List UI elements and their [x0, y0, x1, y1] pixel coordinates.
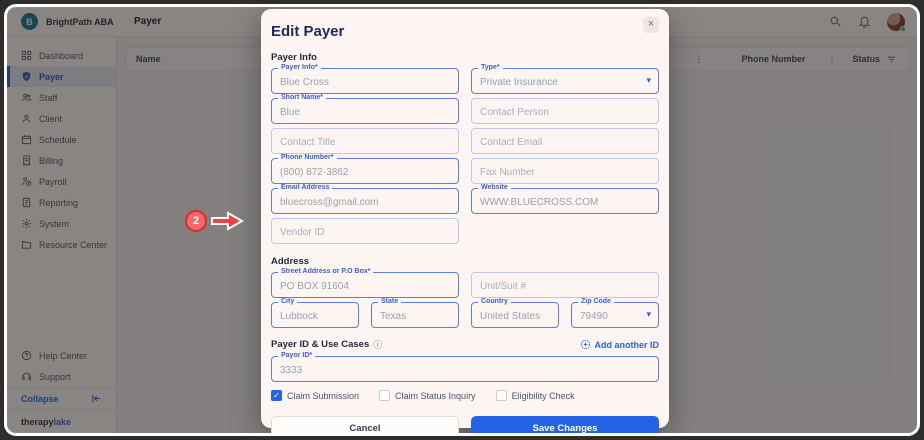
country-field: Country — [471, 298, 559, 328]
checkbox-unchecked-icon[interactable] — [379, 390, 391, 401]
contact-person-field — [471, 98, 659, 124]
app-window: B BrightPath ABA Payer Dashboard Payer S… — [4, 4, 920, 436]
field-label: Payor ID* — [278, 352, 316, 360]
payor-id-row: Payor ID* — [271, 352, 659, 382]
edit-payer-modal: × Edit Payer Payer Info Payer Info* Type… — [261, 9, 669, 433]
checkbox-checked-icon[interactable]: ✓ — [271, 390, 282, 401]
plus-circle-icon — [580, 339, 590, 350]
contact-person-input[interactable] — [471, 98, 659, 124]
contact-title-field — [271, 128, 459, 154]
zip-code-field: Zip Code ▾ — [571, 298, 659, 328]
save-changes-button[interactable]: Save Changes — [471, 416, 659, 433]
payor-id-input[interactable] — [271, 356, 659, 382]
close-icon[interactable]: × — [643, 17, 659, 33]
contact-email-field — [471, 128, 659, 154]
unit-input[interactable] — [471, 272, 659, 298]
annotation-step-2: 2 — [185, 210, 244, 232]
add-another-id-label: Add another ID — [594, 339, 660, 350]
field-label: Street Address or P.O Box* — [278, 268, 374, 276]
vendor-id-field — [271, 218, 459, 244]
payer-info-grid: Payer Info* Type* ▾ Short Name* — [271, 64, 659, 244]
unit-field — [471, 272, 659, 298]
field-label: Country — [478, 298, 511, 306]
field-label: Zip Code — [578, 298, 614, 306]
payer-id-title: Payer ID & Use Cases — [271, 339, 370, 350]
field-label: City — [278, 298, 298, 306]
website-field: Website — [471, 184, 659, 214]
grid-spacer — [471, 218, 659, 244]
payor-id-field: Payor ID* — [271, 352, 659, 382]
checkbox-claim-submission[interactable]: ✓ Claim Submission — [271, 390, 359, 401]
field-label: State — [378, 298, 402, 306]
checkbox-label: Claim Status Inquiry — [395, 390, 476, 401]
address-grid: Street Address or P.O Box* — [271, 268, 659, 298]
field-label: Short Name* — [278, 94, 327, 102]
use-case-checkboxes: ✓ Claim Submission Claim Status Inquiry … — [271, 390, 659, 401]
modal-actions: Cancel Save Changes — [271, 416, 659, 433]
city-field: City — [271, 298, 359, 328]
fax-number-input[interactable] — [471, 158, 659, 184]
checkbox-claim-status-inquiry[interactable]: Claim Status Inquiry — [379, 390, 476, 401]
section-label-address: Address — [271, 256, 310, 267]
state-field: State — [371, 298, 459, 328]
cancel-button[interactable]: Cancel — [271, 416, 459, 433]
payer-id-section-header: Payer ID & Use Cases ⓘ Add another ID — [271, 338, 659, 351]
checkbox-label: Eligibility Check — [511, 390, 575, 401]
modal-title: Edit Payer — [271, 23, 345, 40]
street-address-field: Street Address or P.O Box* — [271, 268, 459, 298]
annotation-number-badge: 2 — [185, 210, 207, 232]
checkbox-eligibility-check[interactable]: Eligibility Check — [495, 390, 575, 401]
info-icon[interactable]: ⓘ — [373, 338, 382, 351]
vendor-id-input[interactable] — [271, 218, 459, 244]
field-label: Phone Number* — [278, 154, 337, 162]
field-label: Website — [478, 184, 511, 192]
section-label-payer-info: Payer Info — [271, 52, 317, 63]
field-label: Payer Info* — [278, 64, 321, 72]
payer-info-field: Payer Info* — [271, 64, 459, 94]
checkbox-label: Claim Submission — [287, 390, 360, 401]
add-another-id-button[interactable]: Add another ID — [580, 339, 660, 350]
annotation-arrow-icon — [211, 211, 244, 231]
contact-email-input[interactable] — [471, 128, 659, 154]
type-field: Type* ▾ — [471, 64, 659, 94]
contact-title-input[interactable] — [271, 128, 459, 154]
section-label-payer-id: Payer ID & Use Cases ⓘ — [271, 338, 382, 351]
field-label: Email Address — [278, 184, 333, 192]
field-label: Type* — [478, 64, 503, 72]
city-state-grid: City State Country Zip Code ▾ — [271, 298, 659, 328]
short-name-field: Short Name* — [271, 94, 459, 124]
checkbox-unchecked-icon[interactable] — [495, 390, 507, 401]
phone-number-field: Phone Number* — [271, 154, 459, 184]
fax-number-field — [471, 158, 659, 184]
email-address-field: Email Address — [271, 184, 459, 214]
